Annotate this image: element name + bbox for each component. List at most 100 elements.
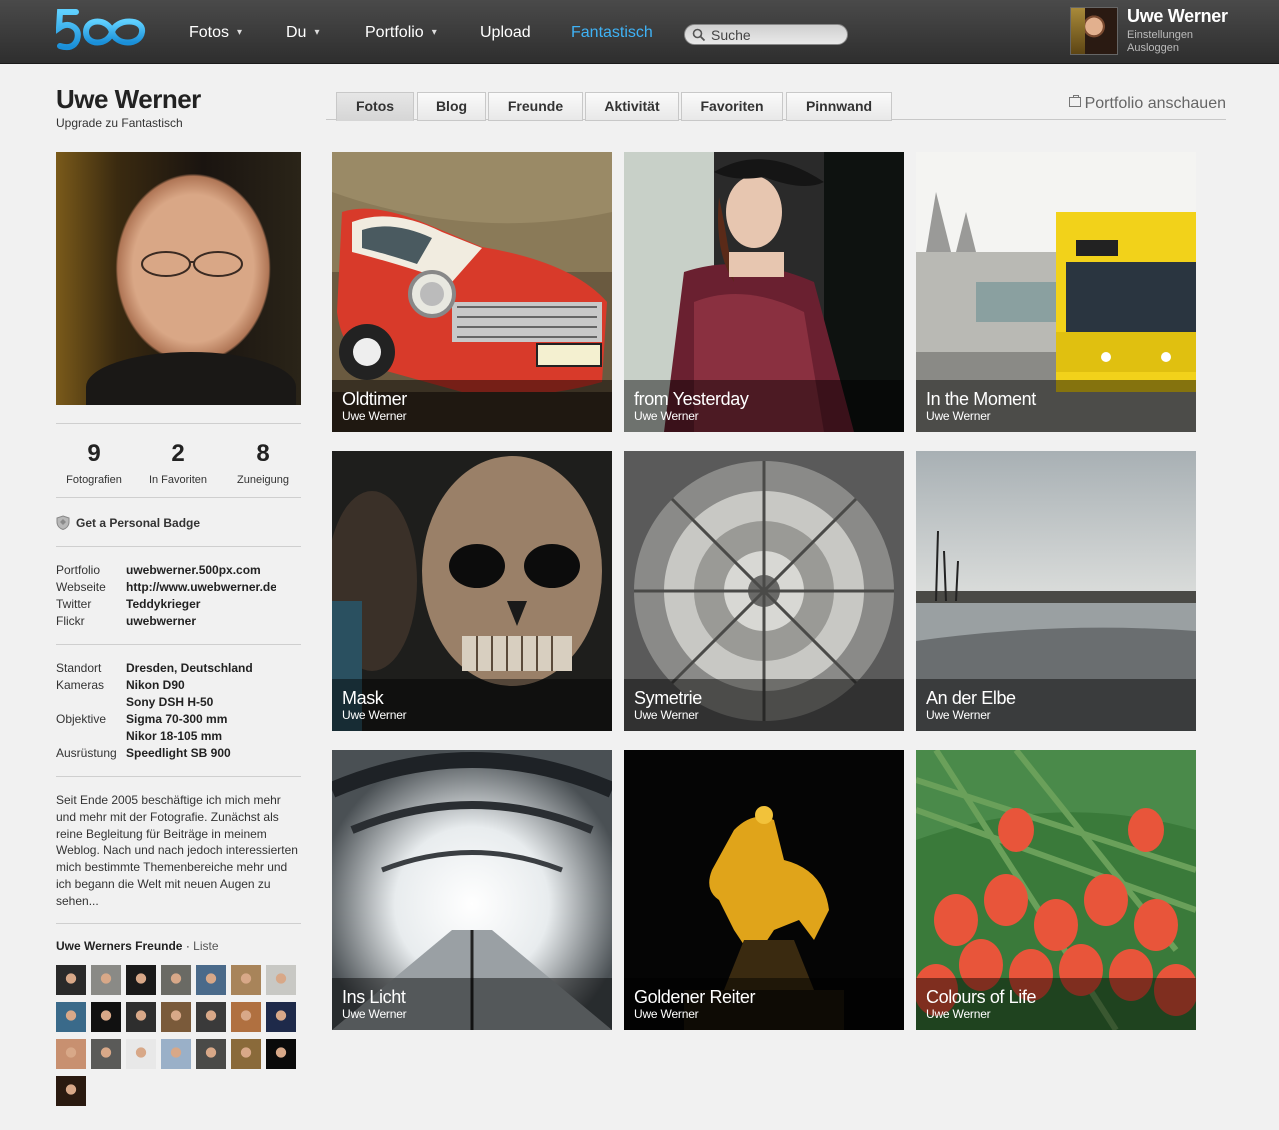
top-navigation-bar: Fotos ▾ Du ▾ Portfolio ▾ Upload Fantastisch… bbox=[0, 0, 1279, 64]
photo-card[interactable]: In the Moment Uwe Werner bbox=[916, 152, 1196, 432]
photo-caption: Mask Uwe Werner bbox=[332, 679, 612, 731]
photo-title: Ins Licht bbox=[342, 987, 406, 1007]
friends-list-link[interactable]: Liste bbox=[193, 939, 218, 953]
profile-photo[interactable] bbox=[56, 152, 301, 405]
nav-fantastisch[interactable]: Fantastisch bbox=[571, 24, 653, 42]
photo-card[interactable]: Goldener Reiter Uwe Werner bbox=[624, 750, 904, 1030]
nav-fotos[interactable]: Fotos ▾ bbox=[189, 24, 242, 42]
friend-avatar[interactable] bbox=[91, 1002, 121, 1032]
nav-portfolio[interactable]: Portfolio ▾ bbox=[365, 24, 437, 42]
divider bbox=[56, 644, 301, 645]
user-avatar[interactable] bbox=[1070, 7, 1118, 55]
stat-favorites-value: 2 bbox=[171, 440, 185, 467]
friends-heading: Uwe Werners Freunde · Liste bbox=[56, 939, 219, 953]
friend-avatar[interactable] bbox=[126, 965, 156, 995]
portfolio-view-label: Portfolio anschauen bbox=[1084, 95, 1226, 112]
tab-freunde[interactable]: Freunde bbox=[488, 92, 583, 121]
stat-photos-value: 9 bbox=[87, 440, 101, 467]
photo-card[interactable]: Oldtimer Uwe Werner bbox=[332, 152, 612, 432]
friend-avatar[interactable] bbox=[231, 1039, 261, 1069]
stat-photos-label: Fotografien bbox=[66, 474, 122, 486]
friend-avatar[interactable] bbox=[161, 965, 191, 995]
friend-avatar[interactable] bbox=[56, 965, 86, 995]
stat-favorites[interactable]: 2 In Favoriten bbox=[137, 440, 219, 486]
photo-card[interactable]: An der Elbe Uwe Werner bbox=[916, 451, 1196, 731]
friends-title: Uwe Werners Freunde bbox=[56, 939, 183, 953]
friend-avatar[interactable] bbox=[196, 1039, 226, 1069]
500px-logo[interactable] bbox=[56, 6, 150, 54]
friend-avatar[interactable] bbox=[196, 1002, 226, 1032]
photo-title: Goldener Reiter bbox=[634, 987, 756, 1007]
stat-affection[interactable]: 8 Zuneigung bbox=[222, 440, 304, 486]
friend-avatar[interactable] bbox=[196, 965, 226, 995]
info-value: Sigma 70-300 mm bbox=[126, 712, 228, 726]
friend-avatar[interactable] bbox=[91, 1039, 121, 1069]
info-camera-2: Sony DSH H-50 bbox=[56, 694, 213, 711]
friend-avatar[interactable] bbox=[126, 1002, 156, 1032]
friend-avatar[interactable] bbox=[266, 1002, 296, 1032]
photo-caption: from Yesterday Uwe Werner bbox=[624, 380, 904, 432]
stat-affection-value: 8 bbox=[256, 440, 270, 467]
nav-fotos-label: Fotos bbox=[189, 24, 230, 41]
tab-aktivitaet[interactable]: Aktivität bbox=[585, 92, 679, 121]
photo-author: Uwe Werner bbox=[342, 409, 407, 423]
photo-title: Oldtimer bbox=[342, 389, 407, 409]
info-portfolio: Portfolio uwebwerner.500px.com bbox=[56, 562, 261, 579]
photo-card[interactable]: Mask Uwe Werner bbox=[332, 451, 612, 731]
friend-avatar[interactable] bbox=[161, 1039, 191, 1069]
photo-author: Uwe Werner bbox=[926, 409, 991, 423]
search-icon bbox=[692, 28, 706, 42]
photo-title: Colours of Life bbox=[926, 987, 1037, 1007]
website-link[interactable]: http://www.uwebwerner.de bbox=[126, 579, 276, 596]
settings-link[interactable]: Einstellungen bbox=[1127, 29, 1193, 41]
nav-du[interactable]: Du ▾ bbox=[286, 24, 319, 42]
photo-author: Uwe Werner bbox=[342, 708, 407, 722]
friend-avatar[interactable] bbox=[266, 965, 296, 995]
friend-avatar[interactable] bbox=[231, 1002, 261, 1032]
friend-avatar[interactable] bbox=[91, 965, 121, 995]
flickr-link[interactable]: uwebwerner bbox=[126, 614, 196, 628]
info-value: Nikor 18-105 mm bbox=[126, 729, 223, 743]
chevron-down-icon: ▾ bbox=[237, 27, 243, 38]
friend-avatar[interactable] bbox=[161, 1002, 191, 1032]
info-key: Webseite bbox=[56, 580, 106, 594]
info-key: Kameras bbox=[56, 678, 105, 692]
friend-avatar[interactable] bbox=[266, 1039, 296, 1069]
photo-card[interactable]: from Yesterday Uwe Werner bbox=[624, 152, 904, 432]
stat-affection-label: Zuneigung bbox=[237, 474, 289, 486]
photo-title: Mask bbox=[342, 688, 384, 708]
photo-card[interactable]: Symetrie Uwe Werner bbox=[624, 451, 904, 731]
profile-name: Uwe Werner bbox=[56, 84, 201, 114]
photo-card[interactable]: Ins Licht Uwe Werner bbox=[332, 750, 612, 1030]
portfolio-view-link[interactable]: Portfolio anschauen bbox=[1068, 95, 1226, 113]
divider bbox=[56, 546, 301, 547]
photo-card[interactable]: Colours of Life Uwe Werner bbox=[916, 750, 1196, 1030]
info-key: Objektive bbox=[56, 712, 107, 726]
friend-avatar[interactable] bbox=[231, 965, 261, 995]
friend-avatar[interactable] bbox=[56, 1076, 86, 1106]
portfolio-url-link[interactable]: uwebwerner.500px.com bbox=[126, 563, 261, 577]
stat-favorites-label: In Favoriten bbox=[148, 474, 208, 486]
tab-blog[interactable]: Blog bbox=[417, 92, 486, 121]
search-box bbox=[684, 24, 848, 45]
info-camera: Kameras Nikon D90 bbox=[56, 677, 185, 694]
tab-pinnwand[interactable]: Pinnwand bbox=[786, 92, 892, 121]
nav-upload[interactable]: Upload bbox=[480, 24, 531, 42]
tab-favoriten[interactable]: Favoriten bbox=[681, 92, 783, 121]
twitter-link[interactable]: Teddykrieger bbox=[126, 597, 200, 611]
stat-photos[interactable]: 9 Fotografien bbox=[53, 440, 135, 486]
photo-author: Uwe Werner bbox=[634, 1007, 699, 1021]
photo-caption: Oldtimer Uwe Werner bbox=[332, 380, 612, 432]
logout-link[interactable]: Ausloggen bbox=[1127, 42, 1179, 54]
photo-caption: In the Moment Uwe Werner bbox=[916, 380, 1196, 432]
info-lens: Objektive Sigma 70-300 mm bbox=[56, 711, 227, 728]
friend-avatar[interactable] bbox=[56, 1039, 86, 1069]
friend-avatar[interactable] bbox=[126, 1039, 156, 1069]
personal-badge-link[interactable]: Get a Personal Badge bbox=[56, 515, 200, 530]
user-name[interactable]: Uwe Werner bbox=[1127, 6, 1228, 27]
nav-du-label: Du bbox=[286, 24, 307, 41]
upgrade-link[interactable]: Upgrade zu Fantastisch bbox=[56, 116, 183, 130]
friend-avatar[interactable] bbox=[56, 1002, 86, 1032]
search-input[interactable] bbox=[711, 26, 841, 43]
tab-fotos[interactable]: Fotos bbox=[336, 92, 414, 121]
